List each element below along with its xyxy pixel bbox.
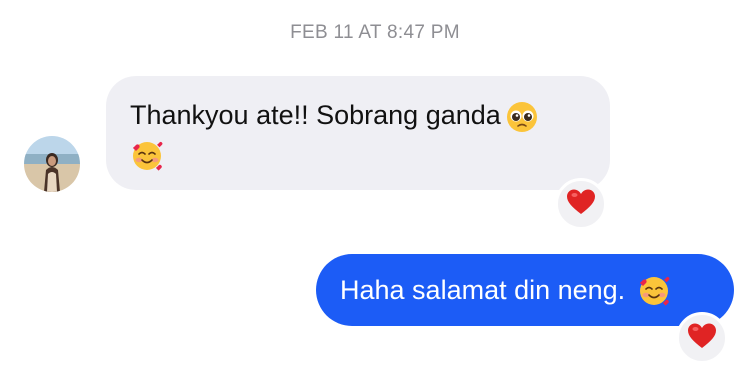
message-timestamp: FEB 11 AT 8:47 PM [290, 22, 460, 43]
smiling-face-with-hearts-emoji-icon [637, 273, 671, 307]
incoming-message-bubble[interactable]: Thankyou ate!! Sobrang ganda [106, 76, 610, 190]
heart-reaction-badge[interactable] [555, 178, 607, 230]
message-thread: FEB 11 AT 8:47 PM Thankyou ate!! Sobrang… [0, 0, 750, 377]
smiling-face-with-hearts-emoji-icon [130, 138, 164, 172]
incoming-message-text: Thankyou ate!! Sobrang ganda [130, 100, 501, 130]
pleading-face-emoji-icon [505, 100, 539, 134]
red-heart-icon [566, 188, 596, 221]
outgoing-message-text: Haha salamat din neng. [340, 274, 626, 305]
red-heart-icon [687, 322, 717, 355]
heart-reaction-badge[interactable] [676, 312, 728, 364]
sender-avatar[interactable] [24, 136, 80, 192]
outgoing-message-bubble[interactable]: Haha salamat din neng. [316, 254, 734, 326]
